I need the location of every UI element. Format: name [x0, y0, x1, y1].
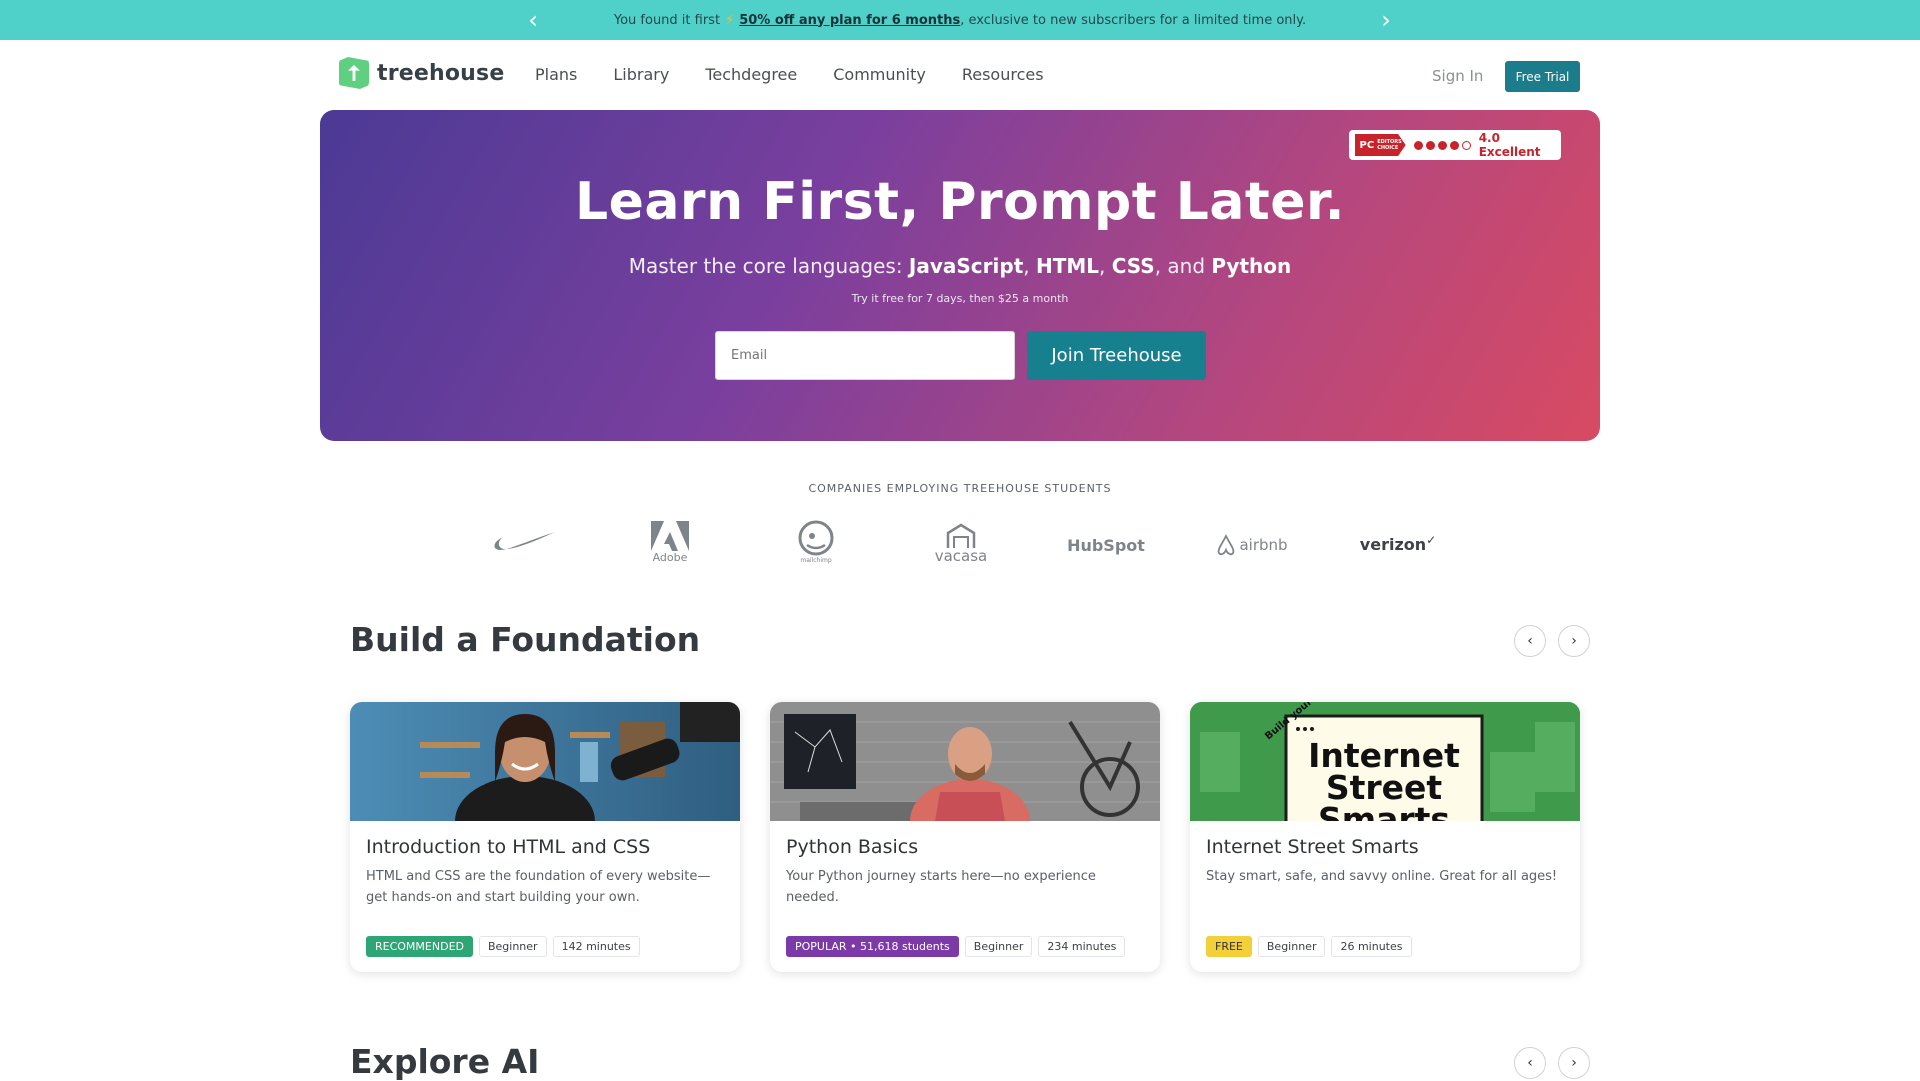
mailchimp-logo: mailchimp [788, 515, 844, 567]
section-title-explore-ai: Explore AI [350, 1042, 540, 1081]
nav-item-techdegree[interactable]: Techdegree [705, 65, 797, 84]
mailchimp-text: mailchimp [800, 556, 832, 564]
check-icon: ✓ [1426, 533, 1437, 547]
nike-swoosh-icon [494, 532, 555, 551]
verizon-logo: verizon ✓ [1360, 530, 1436, 558]
chevron-right-icon: › [1571, 1055, 1577, 1071]
course-thumbnail [770, 702, 1160, 821]
free-trial-button[interactable]: Free Trial [1505, 61, 1580, 92]
chevron-left-icon: ‹ [1527, 633, 1533, 649]
airbnb-icon [1218, 534, 1235, 556]
chevron-right-icon[interactable]: › [1372, 6, 1400, 34]
rating-dot-icon [1425, 140, 1435, 150]
hero-banner: PC EDITORS' CHOICE 4.0 Excellent Learn F… [320, 110, 1600, 441]
recommended-badge: RECOMMENDED [366, 936, 473, 957]
course-tags: POPULAR • 51,618 students Beginner 234 m… [786, 936, 1126, 957]
explore-next-button[interactable]: › [1558, 1047, 1590, 1079]
vacasa-logo: vacasa [928, 520, 994, 568]
duration-tag: 26 minutes [1331, 936, 1412, 957]
chevron-left-icon: ‹ [1527, 1055, 1533, 1071]
course-title: Introduction to HTML and CSS [366, 836, 651, 858]
mailchimp-icon [798, 520, 834, 555]
nav-item-resources[interactable]: Resources [962, 65, 1044, 84]
level-tag: Beginner [1257, 936, 1326, 957]
promo-prefix: You found it first [613, 12, 721, 28]
course-card-html-css[interactable]: Introduction to HTML and CSS HTML and CS… [350, 702, 740, 972]
chevron-left-icon[interactable]: ‹ [519, 6, 547, 34]
companies-title: COMPANIES EMPLOYING TREEHOUSE STUDENTS [808, 482, 1112, 495]
duration-tag: 234 minutes [1038, 936, 1126, 957]
bolt-icon: ⚡ [725, 12, 735, 28]
foundation-next-button[interactable]: › [1558, 625, 1590, 657]
email-input[interactable] [715, 331, 1015, 380]
hero-subtitle: Master the core languages: JavaScript, H… [628, 254, 1292, 278]
pcmag-badge: PC EDITORS' CHOICE 4.0 Excellent [1349, 130, 1561, 160]
chevron-right-icon: › [1571, 633, 1577, 649]
explore-prev-button[interactable]: ‹ [1514, 1047, 1546, 1079]
sub-python: Python [1211, 254, 1292, 278]
course-thumbnail: Build your Internet Street Smarts [1190, 702, 1580, 821]
duration-tag: 142 minutes [552, 936, 640, 957]
top-nav: treehouse Plans Library Techdegree Commu… [0, 40, 1920, 110]
thumb-line-3: Smarts [1317, 800, 1451, 821]
nav-item-library[interactable]: Library [613, 65, 669, 84]
course-title: Python Basics [786, 836, 919, 858]
level-tag: Beginner [478, 936, 547, 957]
free-badge: FREE [1206, 936, 1252, 957]
promo-text: You found it first ⚡ 50% off any plan fo… [614, 13, 1306, 28]
rating-dot-icon [1437, 140, 1447, 150]
course-tags: FREE Beginner 26 minutes [1206, 936, 1412, 957]
badge-choice: EDITORS' CHOICE [1377, 139, 1404, 151]
course-description: Stay smart, safe, and savvy online. Grea… [1206, 869, 1558, 884]
adobe-logo: Adobe [640, 517, 700, 567]
course-card-internet-street-smarts[interactable]: Build your Internet Street Smarts Intern… [1190, 702, 1580, 972]
sub-css: CSS [1111, 254, 1155, 278]
join-treehouse-button[interactable]: Join Treehouse [1027, 331, 1206, 380]
course-tags: RECOMMENDED Beginner 142 minutes [366, 936, 640, 957]
course-card-python-basics[interactable]: Python Basics Your Python journey starts… [770, 702, 1160, 972]
promo-banner: ‹ You found it first ⚡ 50% off any plan … [0, 0, 1920, 40]
badge-pc: PC [1359, 139, 1375, 151]
rating-dot-empty-icon [1461, 140, 1471, 150]
airbnb-logo: airbnb [1212, 531, 1292, 559]
instructor-video-thumbnail [350, 702, 740, 821]
hero-trial-note: Try it free for 7 days, then $25 a month [851, 292, 1069, 305]
nike-logo [490, 525, 560, 555]
nav-item-community[interactable]: Community [833, 65, 926, 84]
verizon-text: verizon [1359, 534, 1427, 554]
sign-in-link[interactable]: Sign In [1432, 67, 1483, 85]
logo-text: treehouse [377, 60, 505, 86]
editors-choice-badge: PC EDITORS' CHOICE [1355, 134, 1406, 156]
treehouse-logo-icon [339, 57, 369, 89]
popular-badge: POPULAR • 51,618 students [786, 936, 959, 957]
hero-title: Learn First, Prompt Later. [574, 172, 1346, 232]
adobe-text: Adobe [652, 550, 688, 564]
promo-link[interactable]: 50% off any plan for 6 months [739, 13, 960, 28]
section-title-foundation: Build a Foundation [350, 620, 701, 659]
rating-dot-icon [1449, 140, 1459, 150]
sub-html: HTML [1035, 254, 1099, 278]
foundation-prev-button[interactable]: ‹ [1514, 625, 1546, 657]
vacasa-house-icon [946, 523, 976, 548]
promo-suffix: , exclusive to new subscribers for a lim… [960, 12, 1307, 28]
sub-and: , and [1154, 254, 1212, 278]
course-thumbnail [350, 702, 740, 821]
sub-js: JavaScript [908, 254, 1024, 278]
rating-dot-icon [1413, 140, 1423, 150]
adobe-mark-icon [651, 520, 689, 551]
main-menu: Plans Library Techdegree Community Resou… [535, 65, 1044, 84]
hubspot-logo: HubSpot [1067, 535, 1145, 555]
course-title: Internet Street Smarts [1206, 836, 1419, 858]
nav-item-plans[interactable]: Plans [535, 65, 577, 84]
sub-prefix: Master the core languages: [628, 254, 909, 278]
instructor-video-thumbnail [770, 702, 1160, 821]
rating-text: 4.0 Excellent [1478, 131, 1541, 159]
airbnb-text: airbnb [1239, 536, 1288, 554]
course-description: Your Python journey starts here—no exper… [786, 869, 1096, 905]
treehouse-logo[interactable]: treehouse [339, 57, 504, 89]
course-description: HTML and CSS are the foundation of every… [366, 869, 711, 905]
level-tag: Beginner [964, 936, 1033, 957]
vacasa-text: vacasa [934, 547, 988, 565]
rating-dots [1413, 140, 1471, 150]
